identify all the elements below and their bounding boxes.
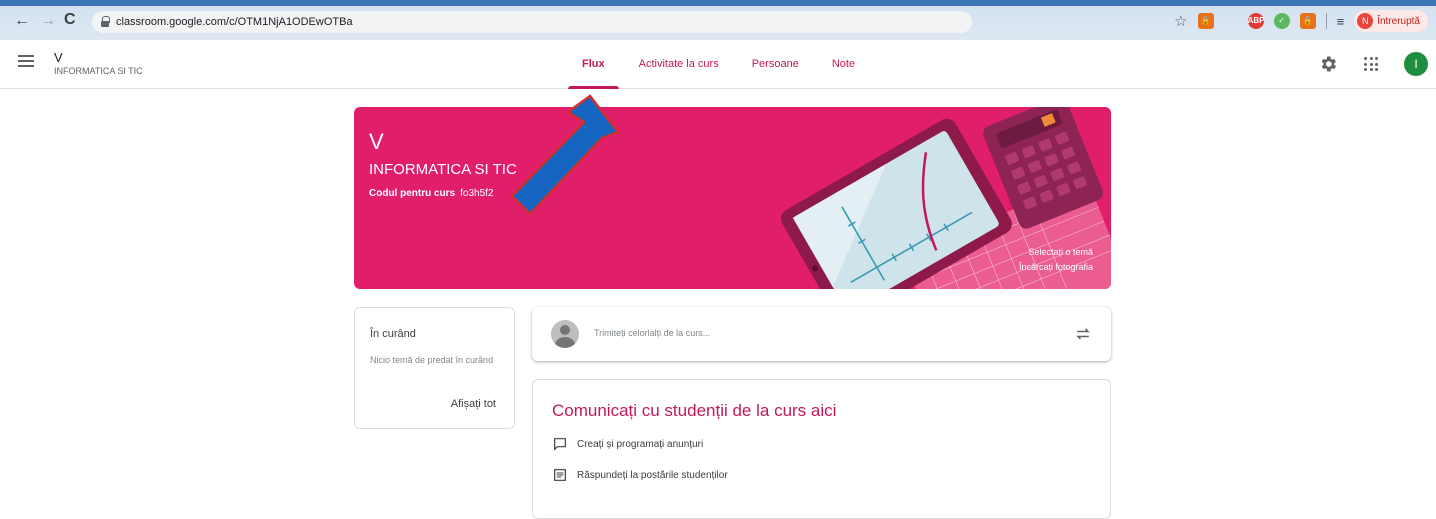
reload-icon[interactable]: C [64, 11, 76, 29]
bookmark-star-icon[interactable]: ☆ [1174, 12, 1187, 30]
tab-stream[interactable]: Flux [568, 40, 619, 89]
class-subtitle: INFORMATICA SI TIC [54, 66, 143, 76]
app-header: V INFORMATICA SI TIC Flux Activitate la … [0, 40, 1436, 89]
adblock-extension-icon[interactable]: ABP [1247, 13, 1264, 29]
main-menu-icon[interactable] [18, 55, 34, 67]
check-extension-icon[interactable]: ✓ [1273, 13, 1290, 29]
profile-status: Întreruptă [1377, 15, 1420, 27]
communicate-card: Comunicați cu studenții de la curs aici … [532, 379, 1111, 519]
announcement-icon [554, 438, 566, 451]
class-name[interactable]: V [54, 50, 63, 65]
share-with-class-box[interactable]: Trimiteți celorlalți de la curs... [532, 307, 1111, 361]
list-item-label: Răspundeți la postările studenților [577, 469, 728, 481]
user-avatar-placeholder [551, 320, 579, 348]
view-all-link[interactable]: Afișați tot [451, 398, 496, 410]
share-placeholder[interactable]: Trimiteți celorlalți de la curs... [594, 328, 710, 338]
extension-orange-icon[interactable]: 🔒 [1299, 13, 1316, 29]
select-theme-link[interactable]: Selectați o temă [1028, 247, 1093, 257]
class-code-value: fo3h5f2 [460, 188, 494, 199]
lock-icon [101, 16, 110, 27]
profile-button[interactable]: N Întreruptă [1354, 10, 1428, 32]
list-item: Creați și programați anunțuri [552, 436, 703, 452]
account-avatar[interactable]: I [1404, 52, 1428, 76]
tab-people[interactable]: Persoane [752, 40, 799, 89]
list-item-label: Creați și programați anunțuri [577, 438, 704, 450]
extension-lock-icon[interactable]: 🔒 [1197, 13, 1214, 29]
tab-grades[interactable]: Note [832, 40, 855, 89]
class-tabs: Flux Activitate la curs Persoane Note [568, 40, 888, 89]
profile-avatar: N [1357, 13, 1374, 29]
banner-class-name: V [369, 129, 384, 154]
class-code: Codul pentru curs fo3h5f2 [369, 188, 494, 199]
upload-photo-link[interactable]: Încărcați fotografia [1019, 262, 1093, 272]
upcoming-message: Nicio temă de predat în curând [370, 355, 494, 365]
back-arrow-icon[interactable]: ← [14, 12, 30, 30]
forward-arrow-icon[interactable]: → [40, 12, 56, 30]
url-text: classroom.google.com/c/OTM1NjA1ODEwOTBa [116, 16, 353, 28]
class-banner: V INFORMATICA SI TIC Codul pentru curs fo… [354, 107, 1111, 289]
address-bar[interactable]: classroom.google.com/c/OTM1NjA1ODEwOTBa [92, 11, 972, 33]
list-item: Răspundeți la postările studenților [552, 467, 728, 483]
repost-arrows-icon[interactable] [1073, 324, 1093, 344]
upcoming-title: În curând [370, 328, 416, 340]
settings-gear-icon[interactable] [1318, 54, 1338, 74]
reply-icon [554, 469, 566, 481]
toolbar-divider [1325, 13, 1327, 29]
class-code-label: Codul pentru curs [369, 188, 456, 199]
browser-toolbar: ← → C classroom.google.com/c/OTM1NjA1ODE… [0, 0, 1436, 40]
tab-classwork[interactable]: Activitate la curs [639, 40, 719, 89]
banner-class-subtitle: INFORMATICA SI TIC [369, 161, 517, 178]
upcoming-card: În curând Nicio temă de predat în curând… [354, 307, 515, 429]
reading-list-icon[interactable]: ≡ [1337, 14, 1345, 29]
apps-grid-icon[interactable] [1364, 57, 1378, 71]
communicate-heading: Comunicați cu studenții de la curs aici [552, 401, 837, 420]
